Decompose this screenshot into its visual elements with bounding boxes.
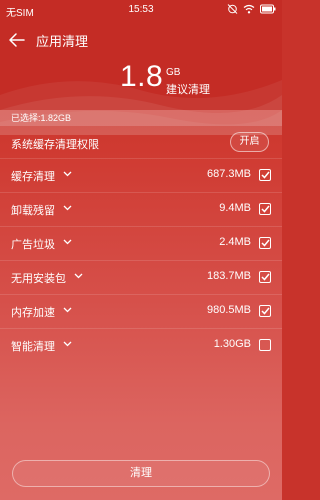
item-size: 1.30GB — [213, 338, 251, 350]
wifi-icon — [243, 4, 255, 13]
status-icons — [227, 3, 276, 14]
chevron-down-icon[interactable] — [63, 307, 72, 313]
item-size: 980.5MB — [206, 304, 251, 316]
chevron-down-icon[interactable] — [63, 239, 72, 245]
list-item-smart-clean[interactable]: 智能清理 1.30GB — [0, 328, 282, 362]
list-item-unused-packages[interactable]: 无用安装包 183.7MB — [0, 260, 282, 294]
item-checkbox[interactable] — [259, 237, 271, 249]
list-item-uninstall-residue[interactable]: 卸载残留 9.4MB — [0, 192, 282, 226]
item-checkbox[interactable] — [259, 203, 271, 215]
item-label: 智能清理 — [11, 341, 55, 353]
back-arrow-icon[interactable] — [8, 32, 26, 48]
status-bar: 无SIM 15:53 — [0, 0, 282, 20]
chevron-down-icon[interactable] — [74, 273, 83, 279]
page-title: 应用清理 — [36, 34, 89, 49]
item-checkbox[interactable] — [259, 169, 271, 181]
total-size-unit: GB — [166, 67, 181, 78]
item-label: 缓存清理 — [11, 171, 55, 183]
chevron-down-icon[interactable] — [63, 341, 72, 347]
total-size-caption: 建议清理 — [166, 84, 210, 96]
item-checkbox[interactable] — [259, 339, 271, 351]
enable-permission-button[interactable]: 开启 — [230, 132, 269, 152]
alarm-off-icon — [227, 4, 238, 14]
item-checkbox[interactable] — [259, 305, 271, 317]
list-item-cache[interactable]: 缓存清理 687.3MB — [0, 158, 282, 192]
item-size: 2.4MB — [219, 236, 251, 248]
selected-summary: 已选择:1.82GB — [0, 110, 282, 126]
item-size: 9.4MB — [219, 202, 251, 214]
item-label: 内存加速 — [11, 307, 55, 319]
list-item-memory-boost[interactable]: 内存加速 980.5MB — [0, 294, 282, 328]
permission-label: 系统缓存清理权限 — [11, 139, 99, 151]
screen: 无SIM 15:53 应用清理 1.8 GB 建议清理 已选择:1.82GB 系… — [0, 0, 282, 500]
chevron-down-icon[interactable] — [63, 171, 72, 177]
item-label: 广告垃圾 — [11, 239, 55, 251]
clean-button[interactable]: 清理 — [12, 460, 270, 487]
item-checkbox[interactable] — [259, 271, 271, 283]
item-label: 无用安装包 — [11, 273, 66, 285]
item-label: 卸载残留 — [11, 205, 55, 217]
battery-icon — [260, 4, 276, 13]
permission-row: 系统缓存清理权限 开启 — [0, 128, 282, 158]
list-item-ad-junk[interactable]: 广告垃圾 2.4MB — [0, 226, 282, 260]
total-size-value: 1.8 — [120, 60, 164, 93]
item-size: 687.3MB — [206, 168, 251, 180]
header: 应用清理 1.8 GB 建议清理 — [0, 20, 282, 135]
item-size: 183.7MB — [206, 270, 251, 282]
clean-items-list: 缓存清理 687.3MB 卸载残留 9.4MB 广告垃圾 2.4MB 无用安装包… — [0, 158, 282, 362]
chevron-down-icon[interactable] — [63, 205, 72, 211]
